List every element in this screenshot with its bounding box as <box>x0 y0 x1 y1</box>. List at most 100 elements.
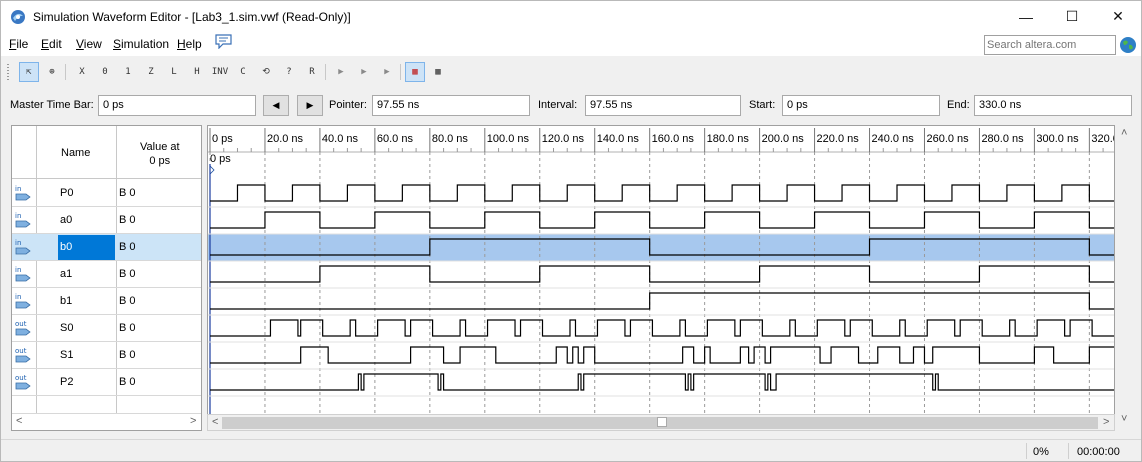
pointer-label: Pointer: <box>329 99 367 111</box>
scroll-up-icon[interactable]: ˄ <box>1121 127 1127 139</box>
svg-text:in: in <box>15 239 21 247</box>
zoom-icon[interactable]: ⊕ <box>42 62 62 82</box>
signal-name: S0 <box>60 322 74 334</box>
waveform-b1 <box>210 292 1114 310</box>
value-column-header[interactable]: Value at 0 ps <box>140 140 180 168</box>
menu-simulation[interactable]: Simulation <box>113 37 169 51</box>
scroll-down-icon[interactable]: ˅ <box>1121 413 1127 425</box>
signal-row[interactable]: out P2 B 0 <box>12 369 201 396</box>
ruler-time-label: 0 ps <box>212 133 233 145</box>
menu-edit[interactable]: Edit <box>41 37 62 51</box>
force-high-icon[interactable]: 1 <box>118 62 138 82</box>
signal-row[interactable]: in b0 B 0 <box>12 234 201 261</box>
close-button[interactable]: ✕ <box>1095 1 1141 32</box>
waveform-vertical-scrollbar[interactable]: ˄ ˅ <box>1117 125 1134 431</box>
master-time-bar-field[interactable]: 0 ps <box>98 95 256 116</box>
signal-row[interactable]: in P0 B 0 <box>12 180 201 207</box>
run-timing-icon[interactable]: ▶ <box>354 62 374 82</box>
prev-transition-button[interactable]: ◀ <box>263 95 289 116</box>
status-separator <box>1026 443 1027 459</box>
output-pin-icon: out <box>15 320 31 336</box>
waveform-canvas[interactable]: 0 ps 20.0 ns 40.0 ns 60.0 ns 80.0 ns 100.0 ns… <box>208 126 1114 414</box>
signal-value: B 0 <box>119 214 136 226</box>
menu-edit-label: dit <box>49 37 62 51</box>
run-functional-icon[interactable]: ▶ <box>331 62 351 82</box>
ruler-time-label: 120.0 ns <box>542 133 585 145</box>
start-field: 0 ps <box>782 95 940 116</box>
menu-help-accel: H <box>177 37 186 51</box>
feedback-icon[interactable] <box>215 34 232 49</box>
next-transition-button[interactable]: ▶ <box>297 95 323 116</box>
end-field: 330.0 ns <box>974 95 1132 116</box>
search-input[interactable] <box>984 35 1116 55</box>
waveform-horizontal-scrollbar[interactable]: < > <box>207 414 1115 431</box>
grid-icon[interactable]: ▦ <box>428 62 448 82</box>
ruler-time-label: 260.0 ns <box>926 133 969 145</box>
count-value-icon[interactable]: C <box>233 62 253 82</box>
signal-row[interactable]: in b1 B 0 <box>12 288 201 315</box>
scrollbar-grip[interactable] <box>657 417 667 427</box>
arrow-left-icon: ◀ <box>272 100 280 110</box>
snap-to-grid-icon[interactable]: ▦ <box>405 62 425 82</box>
signal-row[interactable]: in a0 B 0 <box>12 207 201 234</box>
generate-netlist-icon[interactable]: ▶ <box>377 62 397 82</box>
app-window: Simulation Waveform Editor - [Lab3_1.sim… <box>0 0 1142 462</box>
menu-edit-accel: E <box>41 37 50 51</box>
signal-row[interactable]: in a1 B 0 <box>12 261 201 288</box>
scroll-left-icon[interactable]: < <box>212 416 218 428</box>
signal-name: a0 <box>60 214 73 226</box>
signal-name: S1 <box>60 349 74 361</box>
arbitrary-value-icon[interactable]: ? <box>279 62 299 82</box>
input-pin-icon: in <box>15 185 31 201</box>
name-column-header[interactable]: Name <box>61 147 90 159</box>
ruler-time-label: 280.0 ns <box>981 133 1024 145</box>
overwrite-clock-icon[interactable]: ⟲ <box>256 62 276 82</box>
ruler-time-label: 140.0 ns <box>597 133 640 145</box>
signal-name: b1 <box>60 295 73 307</box>
quartus-app-icon <box>11 10 25 24</box>
maximize-button[interactable]: ☐ <box>1049 1 1095 32</box>
signal-list-scrollbar[interactable]: < > <box>12 413 201 430</box>
signal-value: B 0 <box>119 187 136 199</box>
signal-name: P0 <box>60 187 74 199</box>
signal-list-panel: Name Value at 0 ps in P0 B 0 in a0 B 0 in b0 B 0… <box>11 125 202 431</box>
signal-name: a1 <box>60 268 73 280</box>
waveform-s1 <box>210 346 1114 364</box>
waveform-s0 <box>210 319 1114 337</box>
invert-icon[interactable]: INV <box>210 62 230 82</box>
waveform-panel[interactable]: 0 ps 20.0 ns 40.0 ns 60.0 ns 80.0 ns 100.0 ns… <box>207 125 1115 431</box>
menu-help[interactable]: Help <box>177 37 202 51</box>
force-unknown-icon[interactable]: X <box>72 62 92 82</box>
signal-value: B 0 <box>119 322 136 334</box>
random-value-icon[interactable]: R <box>302 62 322 82</box>
scroll-left-icon[interactable]: < <box>16 415 22 427</box>
ruler-time-label: 200.0 ns <box>762 133 805 145</box>
signal-row[interactable]: out S1 B 0 <box>12 342 201 369</box>
scroll-right-icon[interactable]: > <box>190 415 196 427</box>
menu-file[interactable]: File <box>9 37 28 51</box>
menu-view[interactable]: View <box>76 37 102 51</box>
arrow-right-icon: ▶ <box>306 100 314 110</box>
waveform-p0 <box>210 184 1114 202</box>
input-pin-icon: in <box>15 293 31 309</box>
menu-file-label: ile <box>16 37 29 51</box>
force-high-impedance-icon[interactable]: Z <box>141 62 161 82</box>
waveform-p2 <box>210 373 1114 391</box>
select-pointer-icon[interactable]: ⇱ <box>19 62 39 82</box>
menu-view-accel: V <box>76 37 84 51</box>
signal-row[interactable]: out S0 B 0 <box>12 315 201 342</box>
progress-percent: 0% <box>1033 446 1049 458</box>
elapsed-time: 00:00:00 <box>1077 446 1120 458</box>
toolbar-separator <box>325 64 326 80</box>
svg-text:in: in <box>15 293 21 301</box>
minimize-button[interactable]: — <box>1003 1 1049 32</box>
close-icon: ✕ <box>1112 8 1124 24</box>
globe-icon[interactable] <box>1119 36 1137 54</box>
force-low-icon[interactable]: 0 <box>95 62 115 82</box>
ruler-time-label: 100.0 ns <box>487 133 530 145</box>
force-weak-low-icon[interactable]: L <box>164 62 184 82</box>
ruler-time-label: 320.0 ns <box>1091 133 1114 145</box>
force-weak-high-icon[interactable]: H <box>187 62 207 82</box>
svg-text:in: in <box>15 266 21 274</box>
scroll-right-icon[interactable]: > <box>1103 416 1109 428</box>
